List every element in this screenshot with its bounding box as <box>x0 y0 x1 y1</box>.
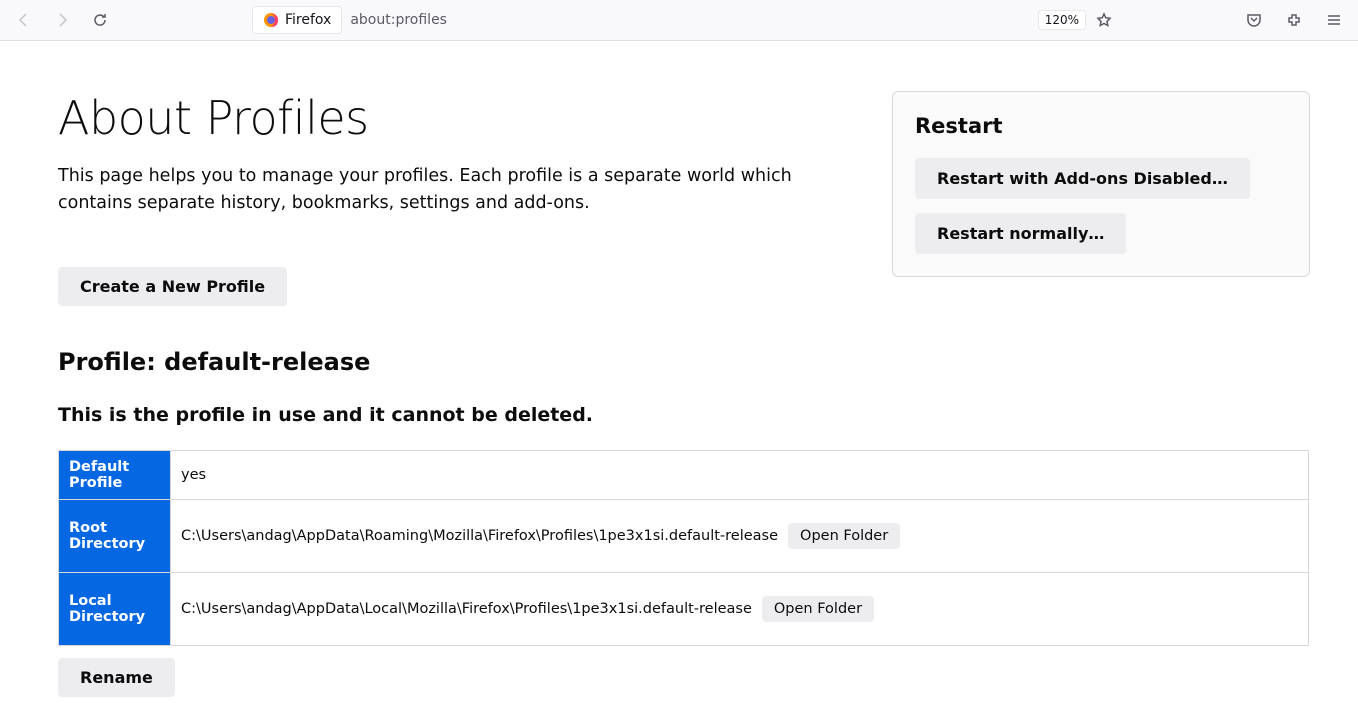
extensions-button[interactable] <box>1278 4 1310 36</box>
root-directory-cell: C:\Users\andag\AppData\Roaming\Mozilla\F… <box>171 500 1309 573</box>
root-directory-label: Root Directory <box>59 500 171 573</box>
page-description: This page helps you to manage your profi… <box>58 163 868 217</box>
root-directory-path: C:\Users\andag\AppData\Roaming\Mozilla\F… <box>181 528 778 544</box>
default-profile-label: Default Profile <box>59 451 171 500</box>
identity-box[interactable]: Firefox <box>252 6 342 34</box>
url-bar[interactable]: Firefox about:profiles 120% <box>252 4 1112 36</box>
reload-button[interactable] <box>84 4 116 36</box>
restart-box: Restart Restart with Add-ons Disabled… R… <box>892 91 1310 277</box>
local-directory-cell: C:\Users\andag\AppData\Local\Mozilla\Fir… <box>171 573 1309 646</box>
rename-button[interactable]: Rename <box>58 658 175 697</box>
table-row: Root Directory C:\Users\andag\AppData\Ro… <box>59 500 1309 573</box>
pocket-icon <box>1246 12 1262 28</box>
identity-label: Firefox <box>285 12 331 28</box>
profile-table: Default Profile yes Root Directory C:\Us… <box>58 450 1309 646</box>
zoom-badge[interactable]: 120% <box>1038 10 1086 30</box>
app-menu-button[interactable] <box>1318 4 1350 36</box>
forward-button[interactable] <box>46 4 78 36</box>
page-content: About Profiles This page helps you to ma… <box>0 41 1358 717</box>
url-text: about:profiles <box>350 12 447 28</box>
puzzle-icon <box>1286 12 1302 28</box>
back-icon <box>16 12 32 28</box>
urlbar-right: 120% <box>1038 10 1112 30</box>
open-local-folder-button[interactable]: Open Folder <box>762 596 874 622</box>
table-row: Local Directory C:\Users\andag\AppData\L… <box>59 573 1309 646</box>
profile-heading: Profile: default-release <box>58 348 1310 376</box>
firefox-icon <box>263 12 279 28</box>
hamburger-icon <box>1326 12 1342 28</box>
restart-normally-button[interactable]: Restart normally… <box>915 213 1126 254</box>
profile-notice: This is the profile in use and it cannot… <box>58 404 1310 426</box>
forward-icon <box>54 12 70 28</box>
browser-toolbar: Firefox about:profiles 120% <box>0 0 1358 41</box>
default-profile-value: yes <box>171 451 1309 500</box>
local-directory-label: Local Directory <box>59 573 171 646</box>
reload-icon <box>92 12 108 28</box>
open-root-folder-button[interactable]: Open Folder <box>788 523 900 549</box>
back-button[interactable] <box>8 4 40 36</box>
restart-heading: Restart <box>915 114 1287 138</box>
table-row: Default Profile yes <box>59 451 1309 500</box>
pocket-button[interactable] <box>1238 4 1270 36</box>
bookmark-star-icon[interactable] <box>1096 12 1112 28</box>
create-profile-button[interactable]: Create a New Profile <box>58 267 287 306</box>
local-directory-path: C:\Users\andag\AppData\Local\Mozilla\Fir… <box>181 601 752 617</box>
restart-addons-disabled-button[interactable]: Restart with Add-ons Disabled… <box>915 158 1250 199</box>
toolbar-right <box>1238 4 1350 36</box>
